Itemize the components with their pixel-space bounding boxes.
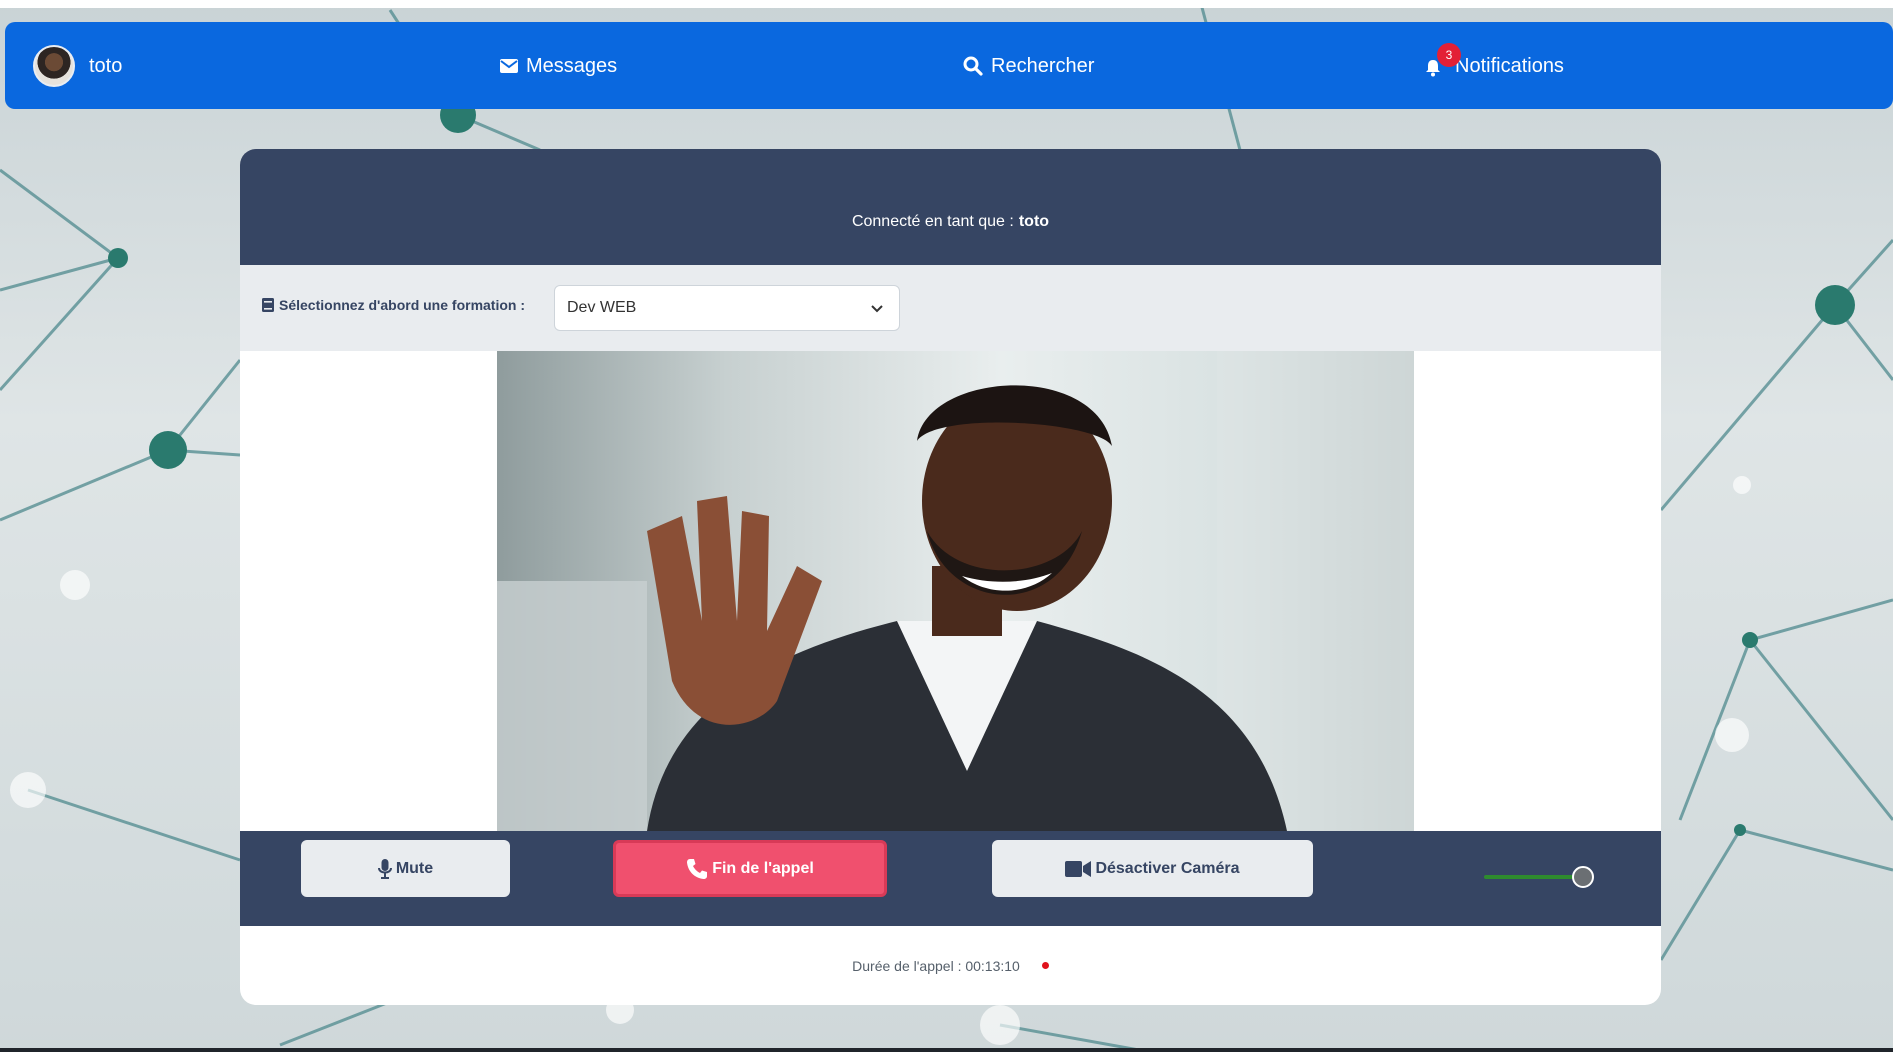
nav-search[interactable]: Rechercher xyxy=(963,44,1094,88)
top-navbar: toto Messages Rechercher 3 Notifications xyxy=(5,22,1893,109)
avatar xyxy=(33,45,75,87)
nav-notifications[interactable]: 3 Notifications xyxy=(1425,43,1564,88)
mute-button[interactable]: Mute xyxy=(301,840,510,897)
volume-slider[interactable] xyxy=(1484,866,1594,888)
notification-badge: 3 xyxy=(1437,43,1461,67)
book-icon xyxy=(262,298,274,312)
disable-camera-button-label: Désactiver Caméra xyxy=(1095,859,1240,877)
video-area xyxy=(240,351,1661,831)
nav-messages[interactable]: Messages xyxy=(500,44,617,88)
phone-icon xyxy=(687,858,708,879)
end-call-button[interactable]: Fin de l'appel xyxy=(613,840,887,897)
volume-slider-thumb[interactable] xyxy=(1572,866,1594,888)
formation-bar: Sélectionnez d'abord une formation : Dev… xyxy=(240,265,1661,351)
recording-indicator xyxy=(1041,962,1049,969)
formation-label-text: Sélectionnez d'abord une formation : xyxy=(279,297,526,313)
user-profile-link[interactable]: toto xyxy=(33,44,122,88)
end-call-button-label: Fin de l'appel xyxy=(712,859,814,877)
nav-notifications-label: Notifications xyxy=(1455,54,1564,77)
caller-video-frame xyxy=(497,351,1414,831)
video-camera-icon xyxy=(1065,860,1092,877)
chevron-down-icon xyxy=(871,305,883,313)
volume-slider-track xyxy=(1484,875,1574,879)
formation-label: Sélectionnez d'abord une formation : xyxy=(262,297,525,313)
nav-search-label: Rechercher xyxy=(991,54,1095,77)
formation-selected-value: Dev WEB xyxy=(567,299,637,316)
call-duration-text: Durée de l'appel : 00:13:10 xyxy=(852,957,1020,974)
card-header: Connecté en tant que : toto xyxy=(240,149,1661,265)
top-strip xyxy=(0,0,1893,8)
formation-select[interactable]: Dev WEB xyxy=(554,285,900,331)
microphone-icon xyxy=(377,858,392,879)
bottom-strip xyxy=(0,1048,1893,1052)
bell-wrapper: 3 xyxy=(1425,43,1461,79)
mute-button-label: Mute xyxy=(395,859,434,877)
connected-as-label: Connecté en tant que : xyxy=(851,213,1014,230)
connected-user-name: toto xyxy=(1018,213,1050,230)
user-name: toto xyxy=(89,54,123,77)
call-controls: Mute Fin de l'appel Désactiver Caméra xyxy=(240,831,1661,926)
video-call-card: Connecté en tant que : toto Sélectionnez… xyxy=(240,149,1661,1005)
call-duration: Durée de l'appel : 00:13:10 xyxy=(240,926,1661,1005)
search-icon xyxy=(963,56,983,76)
nav-messages-label: Messages xyxy=(526,54,618,77)
envelope-icon xyxy=(500,59,518,73)
remote-video xyxy=(497,351,1414,831)
disable-camera-button[interactable]: Désactiver Caméra xyxy=(992,840,1313,897)
